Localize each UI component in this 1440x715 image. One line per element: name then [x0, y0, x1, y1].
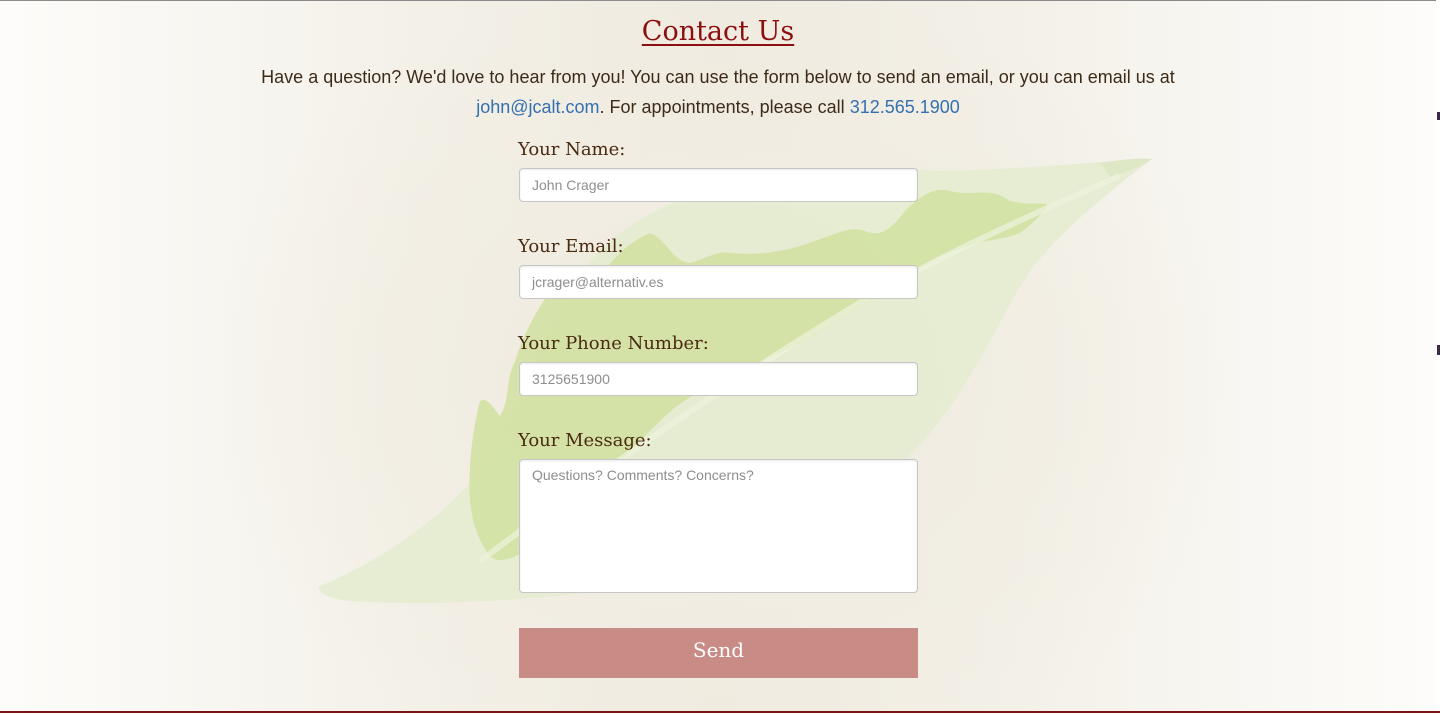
email-link[interactable]: john@jcalt.com: [476, 97, 599, 117]
message-label: Your Message:: [518, 430, 652, 451]
name-label: Your Name:: [518, 139, 626, 160]
intro-text-part-1: Have a question? We'd love to hear from …: [261, 67, 1175, 87]
page-title: Contact Us: [641, 16, 795, 47]
email-field[interactable]: [519, 265, 918, 299]
bottom-divider: [0, 711, 1440, 713]
email-label: Your Email:: [518, 236, 624, 257]
message-field[interactable]: [519, 459, 918, 593]
phone-field[interactable]: [519, 362, 918, 396]
contact-page: Contact Us Have a question? We'd love to…: [0, 0, 1436, 712]
name-field[interactable]: [519, 168, 918, 202]
send-button[interactable]: Send: [519, 628, 918, 678]
window-edge: [1436, 0, 1440, 715]
intro-text: Have a question? We'd love to hear from …: [200, 62, 1236, 122]
phone-label: Your Phone Number:: [518, 333, 709, 354]
intro-text-part-2: . For appointments, please call: [599, 97, 845, 117]
phone-link[interactable]: 312.565.1900: [850, 97, 960, 117]
